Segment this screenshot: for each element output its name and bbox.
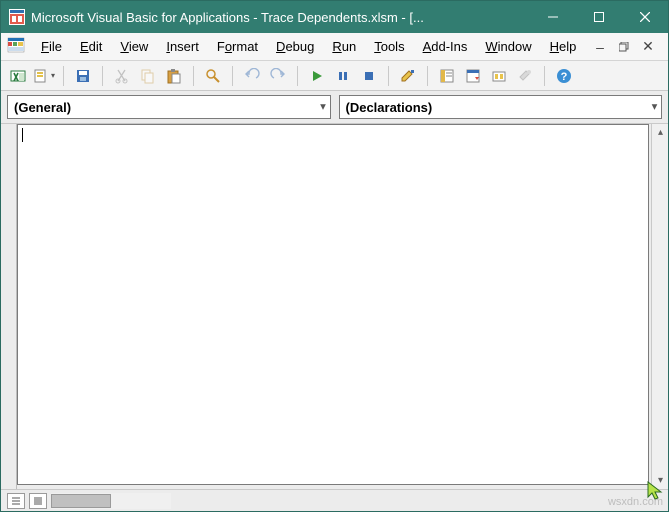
procedure-combo[interactable]: (Declarations) ▾: [339, 95, 663, 119]
cursor-icon: [647, 481, 665, 506]
close-button[interactable]: [622, 1, 668, 33]
menu-tools[interactable]: Tools: [366, 36, 412, 57]
maximize-button[interactable]: [576, 1, 622, 33]
view-excel-icon[interactable]: [7, 65, 29, 87]
scroll-thumb[interactable]: [51, 494, 111, 508]
mdi-restore-button[interactable]: [616, 39, 632, 55]
break-icon[interactable]: [332, 65, 354, 87]
insert-module-icon[interactable]: ▾: [33, 65, 55, 87]
properties-window-icon[interactable]: [462, 65, 484, 87]
scroll-up-arrow[interactable]: ▴: [652, 124, 669, 141]
menu-help[interactable]: Help: [542, 36, 585, 57]
help-icon[interactable]: ?: [553, 65, 575, 87]
menu-view[interactable]: View: [112, 36, 156, 57]
code-pane-header: (General) ▾ (Declarations) ▾: [1, 91, 668, 124]
menu-edit[interactable]: Edit: [72, 36, 110, 57]
vba-app-icon: [9, 9, 25, 25]
standard-toolbar: ▾: [1, 61, 668, 91]
window-title: Microsoft Visual Basic for Applications …: [31, 10, 530, 25]
menu-addins[interactable]: Add-Ins: [415, 36, 476, 57]
menu-debug[interactable]: Debug: [268, 36, 322, 57]
menu-file[interactable]: File: [33, 36, 70, 57]
menu-insert[interactable]: Insert: [158, 36, 207, 57]
undo-icon[interactable]: [241, 65, 263, 87]
mdi-close-button[interactable]: ✕: [640, 39, 656, 55]
project-explorer-icon[interactable]: [436, 65, 458, 87]
full-module-view-button[interactable]: [29, 493, 47, 509]
menu-window[interactable]: Window: [477, 36, 539, 57]
scroll-track[interactable]: [652, 141, 668, 472]
object-combo-value: (General): [14, 100, 71, 115]
chevron-down-icon: ▾: [652, 102, 657, 113]
horizontal-scrollbar[interactable]: [51, 493, 171, 509]
mdi-minimize-button[interactable]: –: [592, 39, 608, 55]
code-area: ▴ ▾: [1, 124, 668, 489]
code-editor[interactable]: [17, 124, 649, 485]
minimize-button[interactable]: [530, 1, 576, 33]
margin-indicator-bar[interactable]: [1, 124, 17, 489]
toolbox-icon[interactable]: [514, 65, 536, 87]
excel-doc-icon: [7, 36, 25, 57]
paste-icon[interactable]: [163, 65, 185, 87]
menu-run[interactable]: Run: [324, 36, 364, 57]
code-view-switcher: [1, 489, 668, 511]
cut-icon[interactable]: [111, 65, 133, 87]
design-mode-icon[interactable]: [397, 65, 419, 87]
copy-icon[interactable]: [137, 65, 159, 87]
text-caret: [22, 128, 23, 142]
reset-icon[interactable]: [358, 65, 380, 87]
menu-format[interactable]: Format: [209, 36, 266, 57]
vertical-scrollbar[interactable]: ▴ ▾: [651, 124, 668, 489]
procedure-combo-value: (Declarations): [346, 100, 433, 115]
chevron-down-icon: ▾: [320, 102, 325, 113]
save-icon[interactable]: [72, 65, 94, 87]
object-combo[interactable]: (General) ▾: [7, 95, 331, 119]
run-icon[interactable]: [306, 65, 328, 87]
mdi-controls: – ✕: [592, 39, 662, 55]
titlebar: Microsoft Visual Basic for Applications …: [1, 1, 668, 33]
svg-text:?: ?: [561, 71, 568, 83]
menubar: File Edit View Insert Format Debug Run T…: [1, 33, 668, 61]
find-icon[interactable]: [202, 65, 224, 87]
redo-icon[interactable]: [267, 65, 289, 87]
object-browser-icon[interactable]: [488, 65, 510, 87]
procedure-view-button[interactable]: [7, 493, 25, 509]
